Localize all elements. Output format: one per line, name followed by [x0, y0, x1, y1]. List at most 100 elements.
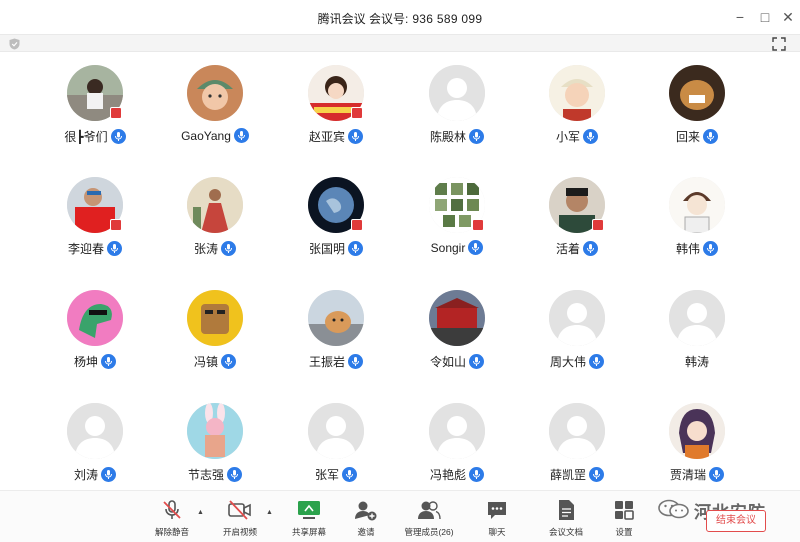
participant-name: 韩涛 [684, 355, 709, 369]
audio-options-caret[interactable]: ▲ [197, 509, 205, 517]
participant-name: 杨坤 [73, 355, 98, 369]
participant-name-row: 张军 [281, 466, 391, 483]
settings-button[interactable]: 设置 [609, 499, 639, 539]
avatar [429, 290, 485, 346]
maximize-button[interactable]: □ [757, 9, 773, 25]
close-button[interactable]: ✕ [780, 9, 796, 25]
chat-icon [488, 502, 506, 519]
participant-tile[interactable]: Songir [402, 164, 512, 264]
participant-tile[interactable]: 小军 [522, 52, 632, 152]
chat-button[interactable]: 聊天 [482, 499, 512, 539]
participant-tile[interactable]: 杨坤 [40, 277, 150, 377]
participant-name: 刘涛 [73, 468, 98, 482]
participant-tile[interactable]: GaoYang [160, 52, 270, 152]
video-options-caret[interactable]: ▲ [266, 509, 274, 517]
participant-tile[interactable]: 节志强 [160, 390, 270, 490]
participant-name: 张国明 [308, 242, 345, 256]
microphone-icon [111, 244, 118, 253]
microphone-icon [713, 470, 720, 479]
end-meeting-button[interactable]: 结束会议 [706, 510, 766, 532]
participant-tile[interactable]: 刘涛 [40, 390, 150, 490]
participant-name-row: 李迎春 [40, 240, 150, 257]
settings-label: 设置 [615, 527, 633, 537]
meeting-docs-button[interactable]: 会议文档 [544, 499, 588, 539]
microphone-icon [237, 131, 245, 141]
participant-tile[interactable]: 活着 [522, 164, 632, 264]
mic-status-icon [221, 354, 236, 369]
avatar [669, 65, 725, 121]
participant-tile[interactable]: 冯艳彪 [402, 390, 512, 490]
microphone-icon [473, 470, 480, 479]
avatar [308, 403, 364, 459]
mic-status-icon [589, 354, 604, 369]
avatar [187, 290, 243, 346]
window-title: 腾讯会议 会议号: 936 589 099 [0, 10, 800, 27]
participant-name: 回来 [675, 130, 700, 144]
mic-status-icon [227, 467, 242, 482]
mic-status-icon [583, 241, 598, 256]
participant-name-row: 冯艳彪 [402, 466, 512, 483]
mic-status-icon [703, 129, 718, 144]
avatar [669, 177, 725, 233]
participant-name-row: Songir [402, 240, 512, 256]
mic-status-icon [348, 241, 363, 256]
avatar [549, 290, 605, 346]
mic-status-icon [110, 129, 126, 144]
meeting-number: 936 589 099 [412, 12, 483, 26]
participant-name-row: 贾清瑞 [642, 466, 752, 483]
participant-name: Songir [430, 240, 466, 255]
unmute-button[interactable]: 解除静音 [146, 499, 198, 539]
participant-tile[interactable]: 薛凯罡 [522, 390, 632, 490]
avatar [429, 65, 485, 121]
microphone-icon [587, 132, 594, 141]
invite-button[interactable]: 邀请 [349, 499, 383, 539]
avatar [308, 290, 364, 346]
avatar [669, 290, 725, 346]
participant-tile[interactable]: 张军 [281, 390, 391, 490]
wechat-icon [658, 499, 689, 519]
manage-members-button[interactable]: 管理成员(26) [398, 499, 460, 539]
video-off-icon [228, 500, 251, 520]
microphone-icon [473, 132, 480, 141]
microphone-icon [352, 244, 359, 253]
microphone-icon [352, 132, 359, 141]
minimize-button[interactable]: − [732, 9, 748, 25]
participant-tile[interactable]: 韩伟 [642, 164, 752, 264]
mic-status-icon [107, 241, 122, 256]
start-video-button[interactable]: 开启视频 [214, 499, 266, 539]
participant-tile[interactable]: 令如山 [402, 277, 512, 377]
microphone-icon [105, 357, 112, 366]
participant-name-row: 刘涛 [40, 466, 150, 483]
microphone-icon [346, 470, 353, 479]
participant-name: 李迎春 [67, 242, 104, 256]
participant-tile[interactable]: 贾清瑞 [642, 390, 752, 490]
participant-name-row: 王振岩 [281, 353, 391, 370]
participant-tile[interactable]: 赵亚宾 [281, 52, 391, 152]
meeting-info-bar [0, 34, 800, 52]
mic-status-icon [468, 240, 484, 256]
participant-tile[interactable]: 冯镇 [160, 277, 270, 377]
participant-tile[interactable]: 很┣爷们 [40, 52, 150, 152]
participant-tile[interactable]: 陈殿林 [402, 52, 512, 152]
share-screen-button[interactable]: 共享屏幕 [287, 499, 331, 539]
participant-name: 活着 [555, 242, 580, 256]
participant-name: 令如山 [429, 355, 466, 369]
flag-badge [110, 107, 122, 119]
participant-name: GaoYang [181, 128, 231, 143]
participant-tile[interactable]: 李迎春 [40, 164, 150, 264]
participant-name: 王振岩 [308, 355, 345, 369]
participant-tile[interactable]: 回来 [642, 52, 752, 152]
participant-tile[interactable]: 王振岩 [281, 277, 391, 377]
mic-status-icon [348, 354, 363, 369]
participant-name-row: 韩涛 [642, 353, 752, 370]
fullscreen-icon[interactable] [772, 37, 786, 51]
participant-tile[interactable]: 周大伟 [522, 277, 632, 377]
chat-label: 聊天 [488, 527, 506, 537]
participant-tile[interactable]: 张涛 [160, 164, 270, 264]
participant-tile[interactable]: 张国明 [281, 164, 391, 264]
microphone-icon [707, 132, 714, 141]
shield-icon[interactable] [9, 38, 20, 50]
flag-badge [472, 219, 484, 231]
avatar [67, 403, 123, 459]
participant-tile[interactable]: 韩涛 [642, 277, 752, 377]
